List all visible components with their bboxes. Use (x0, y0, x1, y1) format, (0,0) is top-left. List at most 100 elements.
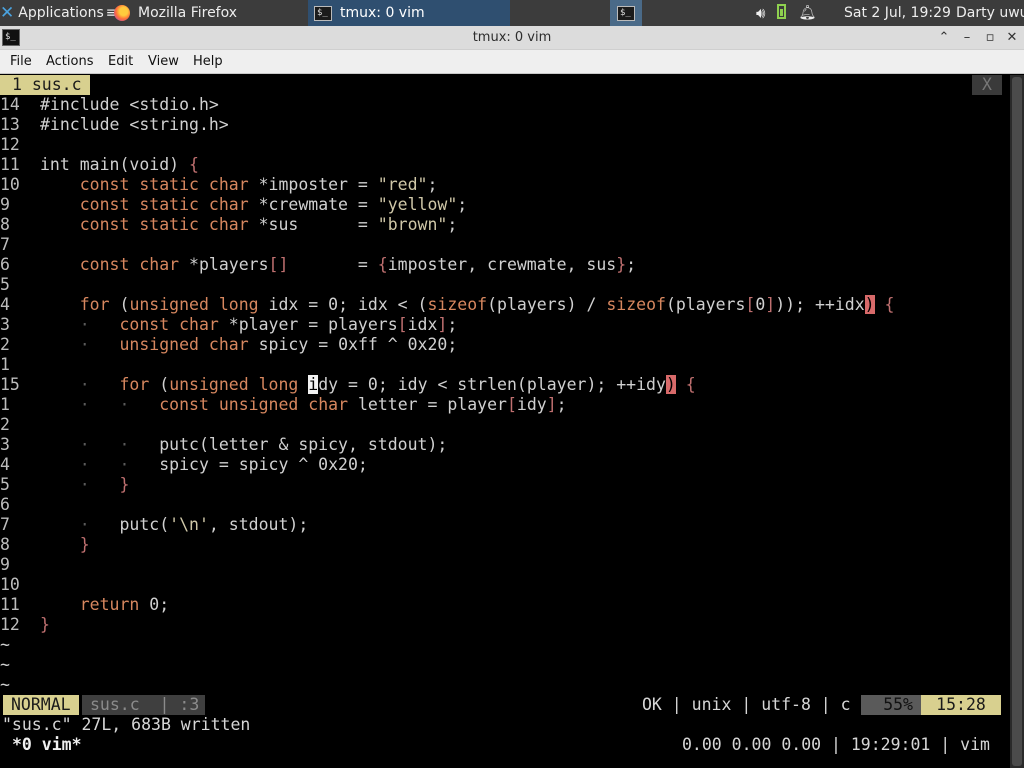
code-text: · · putc(letter & spicy, stdout); (79, 435, 448, 454)
code-line[interactable]: 6 const char *players[] = {imposter, cre… (0, 255, 1010, 275)
code-line[interactable]: 3 · · putc(letter & spicy, stdout); (0, 435, 1010, 455)
statusline-percent: 55% (861, 695, 921, 715)
volume-icon[interactable]: 🔊︎ (756, 4, 765, 22)
battery-icon[interactable] (777, 3, 787, 23)
vim-cmdline[interactable]: "sus.c" 27L, 683B written (2, 715, 250, 735)
tmux-status-right: 0.00 0.00 0.00 | 19:29:01 | vim (682, 735, 990, 754)
code-text: · putc('\n', stdout); (79, 515, 309, 534)
code-line[interactable]: 11 return 0; (0, 595, 1010, 615)
code-line[interactable]: 6 (0, 495, 1010, 515)
code-line[interactable]: 1 (0, 355, 1010, 375)
code-line[interactable]: 10 (0, 575, 1010, 595)
tmux-window-list[interactable]: *0 vim* (12, 735, 82, 755)
line-number: 15 (0, 375, 20, 394)
code-text: const static char *imposter = "red"; (79, 175, 438, 194)
code-line[interactable]: 9 const static char *crewmate = "yellow"… (0, 195, 1010, 215)
workspace-button[interactable]: $_ (610, 0, 642, 26)
line-number: 2 (0, 335, 10, 354)
code-line[interactable]: 12 (0, 135, 1010, 155)
line-number: 11 (0, 155, 20, 174)
code-line[interactable]: 4 · · spicy = spicy ^ 0x20; (0, 455, 1010, 475)
terminal-area[interactable]: 1 sus.c X 14 #include <stdio.h> 13 #include… (0, 75, 1024, 768)
code-text: · } (79, 475, 130, 494)
code-line[interactable]: 5 · } (0, 475, 1010, 495)
applications-label: Applications (18, 5, 104, 21)
code-text: } (79, 535, 90, 554)
taskbar-firefox-label: Mozilla Firefox (138, 5, 238, 21)
panel-user[interactable]: Darty uwu (956, 0, 1024, 26)
code-text: #include <string.h> (40, 115, 229, 134)
line-number: 8 (0, 535, 10, 554)
line-number: 5 (0, 275, 10, 294)
taskbar-terminal[interactable]: $_ tmux: 0 vim (308, 0, 510, 26)
line-number: 4 (0, 455, 10, 474)
code-line[interactable]: 11 int main(void) { (0, 155, 1010, 175)
code-line[interactable]: 2 · unsigned char spicy = 0xff ^ 0x20; (0, 335, 1010, 355)
shade-button[interactable]: ⌃ (934, 26, 954, 50)
code-line[interactable]: 8 const static char *sus = "brown"; (0, 215, 1010, 235)
code-line[interactable]: 15 · for (unsigned long idy = 0; idy < s… (0, 375, 1010, 395)
code-line[interactable]: 4 for (unsigned long idx = 0; idx < (siz… (0, 295, 1010, 315)
menu-help[interactable]: Help (191, 50, 225, 74)
line-number: 7 (0, 515, 10, 534)
line-number: 9 (0, 555, 10, 574)
code-line[interactable]: 9 (0, 555, 1010, 575)
vim-tab-close[interactable]: X (972, 75, 1002, 95)
statusline-file: sus.c | :3 (82, 695, 206, 715)
code-line[interactable]: 3 · const char *player = players[idx]; (0, 315, 1010, 335)
tilde-line: ~ (0, 655, 10, 674)
applications-menu[interactable]: ✕ Applications ≡ (0, 0, 118, 26)
code-line[interactable]: 10 const static char *imposter = "red"; (0, 175, 1010, 195)
line-number: 7 (0, 235, 10, 254)
code-text: const static char *crewmate = "yellow"; (79, 195, 468, 214)
terminal-scrollbar[interactable] (1010, 75, 1024, 768)
code-text: · · spicy = spicy ^ 0x20; (79, 455, 368, 474)
code-line[interactable]: 2 (0, 415, 1010, 435)
minimize-button[interactable]: – (957, 26, 977, 50)
line-number: 11 (0, 595, 20, 614)
code-text: · for (unsigned long idy = 0; idy < strl… (79, 375, 696, 394)
system-tray: 🔊︎ 🔔︎ (756, 0, 828, 26)
line-number: 8 (0, 215, 10, 234)
menu-file[interactable]: File (8, 50, 34, 74)
code-text: #include <stdio.h> (40, 95, 219, 114)
code-line[interactable]: 8 } (0, 535, 1010, 555)
tilde-line: ~ (0, 635, 10, 654)
code-line[interactable]: 7 (0, 235, 1010, 255)
line-number: 3 (0, 435, 10, 454)
code-text: const char *players[] = {imposter, crewm… (79, 255, 637, 274)
line-number: 12 (0, 135, 20, 154)
window-titlebar[interactable]: $_ tmux: 0 vim ⌃ – ▫ ✕ (0, 26, 1024, 50)
line-number: 14 (0, 95, 20, 114)
top-panel: ✕ Applications ≡ Mozilla Firefox $_ tmux… (0, 0, 1024, 26)
terminal-icon: $_ (314, 5, 332, 21)
code-text: for (unsigned long idx = 0; idx < (sizeo… (79, 295, 895, 314)
panel-clock[interactable]: Sat 2 Jul, 19:29 (844, 0, 951, 26)
code-line[interactable]: 7 · putc('\n', stdout); (0, 515, 1010, 535)
scrollbar-thumb[interactable] (1012, 77, 1022, 766)
menu-actions[interactable]: Actions (44, 50, 96, 74)
line-number: 2 (0, 415, 10, 434)
code-line[interactable]: 12} (0, 615, 1010, 635)
line-number: 10 (0, 175, 20, 194)
close-button[interactable]: ✕ (1002, 26, 1022, 50)
menu-edit[interactable]: Edit (106, 50, 135, 74)
code-text: return 0; (79, 595, 170, 614)
firefox-icon (114, 5, 130, 21)
vim-tab-sus-c[interactable]: 1 sus.c (0, 75, 90, 95)
workspace-terminal-icon: $_ (617, 5, 635, 21)
statusline-info: OK | unix | utf-8 | c (642, 695, 851, 714)
menu-view[interactable]: View (146, 50, 181, 74)
xfce-logo-icon: ✕ (0, 3, 15, 23)
code-line[interactable]: 13 #include <string.h> (0, 115, 1010, 135)
notification-bell-icon[interactable]: 🔔︎ (798, 5, 816, 21)
code-line[interactable]: 5 (0, 275, 1010, 295)
code-line[interactable]: 14 #include <stdio.h> (0, 95, 1010, 115)
window-title: tmux: 0 vim (472, 30, 552, 45)
taskbar-firefox[interactable]: Mozilla Firefox (110, 0, 308, 26)
line-number: 1 (0, 395, 10, 414)
code-line[interactable]: 1 · · const unsigned char letter = playe… (0, 395, 1010, 415)
line-number: 10 (0, 575, 20, 594)
code-text: int main(void) { (40, 155, 199, 174)
maximize-button[interactable]: ▫ (980, 26, 1000, 50)
